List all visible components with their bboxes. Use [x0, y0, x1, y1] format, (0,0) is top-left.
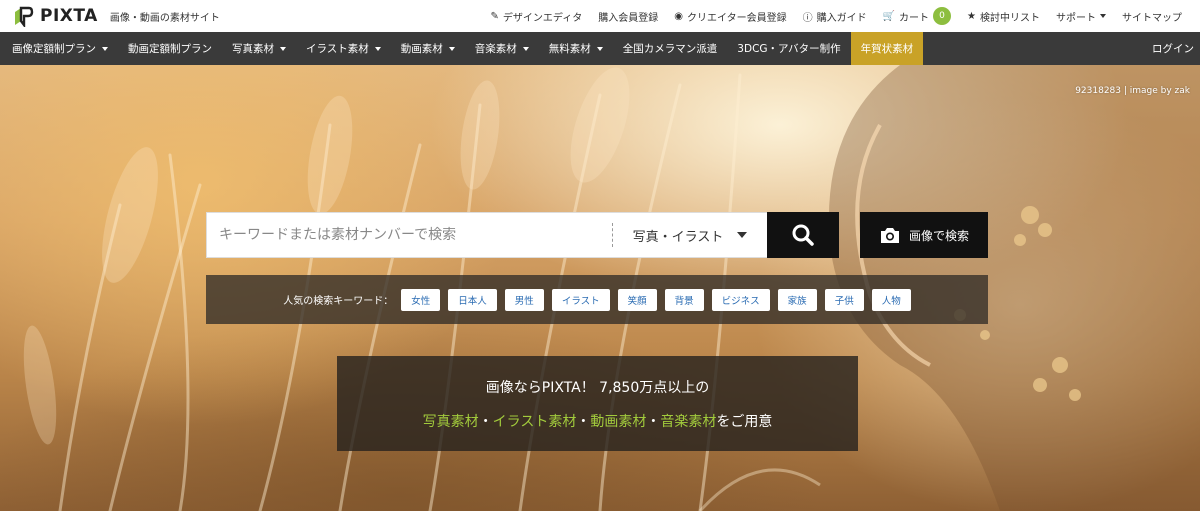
promo-banner: 画像ならPIXTA！ 7,850万点以上の 写真素材・イラスト素材・動画素材・音… [337, 356, 858, 451]
nav-image-subscription[interactable]: 画像定額制プラン [2, 32, 118, 65]
hero-section: 92318283 | image by zak 写真・イラスト 画像で検索 人気… [0, 65, 1200, 511]
top-links: ✎ デザインエディタ 購入会員登録 ◉ クリエイター会員登録 ⓘ 購入ガイド 🛒 カート… [483, 7, 1190, 25]
chevron-down-icon [1100, 14, 1106, 18]
sitemap-link[interactable]: サイトマップ [1114, 9, 1190, 24]
keyword-tag[interactable]: 日本人 [448, 288, 497, 311]
keyword-tag[interactable]: 男性 [504, 288, 544, 311]
keyword-tag[interactable]: 笑顔 [617, 288, 657, 311]
nav-videos[interactable]: 動画素材 [391, 32, 465, 65]
nav-new-year-cards[interactable]: 年賀状素材 [850, 32, 924, 65]
nav-photographer-dispatch[interactable]: 全国カメラマン派遣 [613, 32, 728, 65]
logo-text: PIXTA [40, 6, 98, 26]
cart-count-badge: 0 [933, 7, 952, 25]
buyer-register-link[interactable]: 購入会員登録 [590, 9, 666, 24]
login-link[interactable]: ログイン [1142, 32, 1200, 65]
purchase-guide-link[interactable]: ⓘ 購入ガイド [795, 9, 875, 24]
top-header: PIXTA 画像・動画の素材サイト ✎ デザインエディタ 購入会員登録 ◉ クリエイ… [0, 0, 1200, 32]
promo-illust-link[interactable]: イラスト素材 [493, 414, 577, 430]
chevron-down-icon [102, 46, 108, 51]
promo-video-link[interactable]: 動画素材 [590, 414, 646, 430]
promo-photo-link[interactable]: 写真素材 [423, 414, 479, 430]
keyword-tag[interactable]: 家族 [777, 288, 817, 311]
chevron-down-icon [737, 232, 748, 238]
design-editor-link[interactable]: ✎ デザインエディタ [483, 9, 591, 24]
camera-icon [880, 228, 899, 243]
promo-subline: 写真素材・イラスト素材・動画素材・音楽素材をご用意 [422, 413, 773, 430]
pixta-logo-icon [15, 6, 34, 27]
creator-register-link[interactable]: ◉ クリエイター会員登録 [666, 9, 794, 24]
cart-link[interactable]: 🛒 カート 0 [875, 7, 959, 25]
popular-keywords-label: 人気の検索キーワード： [283, 296, 394, 307]
chevron-down-icon [374, 46, 381, 51]
search-button[interactable] [767, 212, 839, 258]
nav-video-subscription[interactable]: 動画定額制プラン [118, 32, 222, 65]
search-bar: 写真・イラスト [206, 212, 839, 258]
search-category-select[interactable]: 写真・イラスト [612, 223, 767, 247]
main-nav: 画像定額制プラン 動画定額制プラン 写真素材 イラスト素材 動画素材 音楽素材 … [0, 32, 1200, 65]
star-icon: ★ [967, 10, 976, 22]
promo-headline: 画像ならPIXTA！ 7,850万点以上の [485, 379, 710, 396]
camera-icon: ◉ [674, 10, 683, 22]
keyword-tag[interactable]: ビジネス [711, 288, 770, 311]
support-menu[interactable]: サポート [1048, 9, 1114, 24]
chevron-down-icon [448, 46, 455, 51]
chevron-down-icon [280, 46, 286, 51]
logo[interactable]: PIXTA [12, 5, 98, 27]
keyword-tag[interactable]: 背景 [664, 288, 704, 311]
image-search-button[interactable]: 画像で検索 [860, 212, 988, 258]
nav-free[interactable]: 無料素材 [539, 32, 613, 65]
nav-music[interactable]: 音楽素材 [465, 32, 539, 65]
keyword-tag[interactable]: 女性 [401, 288, 441, 311]
tagline: 画像・動画の素材サイト [109, 12, 220, 24]
nav-3dcg-avatar[interactable]: 3DCG・アバター制作 [727, 32, 850, 65]
chevron-down-icon [596, 46, 603, 51]
keyword-tag[interactable]: イラスト [551, 288, 610, 311]
search-input[interactable] [207, 213, 612, 257]
edit-icon: ✎ [490, 10, 499, 22]
cart-icon: 🛒 [882, 10, 896, 22]
info-icon: ⓘ [802, 12, 813, 24]
keyword-tag[interactable]: 子供 [824, 288, 864, 311]
search-icon [792, 224, 814, 246]
popular-keywords: 人気の検索キーワード： 女性 日本人 男性 イラスト 笑顔 背景 ビジネス 家族… [206, 275, 988, 324]
nav-illustrations[interactable]: イラスト素材 [296, 32, 391, 65]
chevron-down-icon [522, 46, 529, 51]
wishlist-link[interactable]: ★ 検討中リスト [959, 9, 1048, 24]
keyword-tag[interactable]: 人物 [871, 288, 911, 311]
nav-photos[interactable]: 写真素材 [222, 32, 296, 65]
image-credit[interactable]: 92318283 | image by zak [1075, 86, 1190, 96]
promo-music-link[interactable]: 音楽素材 [660, 414, 716, 430]
